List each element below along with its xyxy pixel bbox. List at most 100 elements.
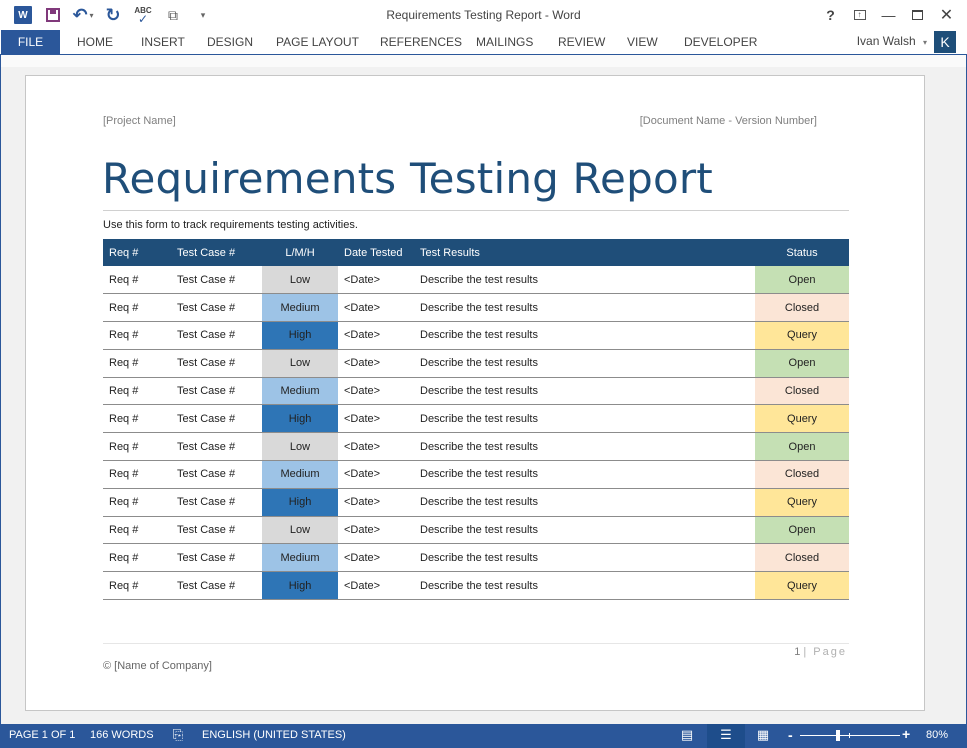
cell-status[interactable]: Open: [755, 349, 849, 378]
cell-test-results[interactable]: Describe the test results: [414, 516, 755, 545]
cell-status[interactable]: Query: [755, 571, 849, 601]
cell-level[interactable]: Low: [262, 266, 338, 295]
tab-design[interactable]: DESIGN: [207, 30, 253, 54]
cell-req[interactable]: Req #: [103, 349, 171, 378]
ribbon-display-options-icon[interactable]: ↑: [845, 4, 874, 26]
cell-test-case[interactable]: Test Case #: [171, 266, 262, 295]
cell-date-tested[interactable]: <Date>: [338, 293, 414, 323]
cell-req[interactable]: Req #: [103, 543, 171, 573]
cell-date-tested[interactable]: <Date>: [338, 404, 414, 434]
footer-company[interactable]: © [Name of Company]: [103, 660, 212, 672]
cell-date-tested[interactable]: <Date>: [338, 349, 414, 378]
cell-test-results[interactable]: Describe the test results: [414, 321, 755, 350]
proofing-icon[interactable]: ⎘: [170, 727, 186, 743]
cell-req[interactable]: Req #: [103, 432, 171, 462]
cell-test-case[interactable]: Test Case #: [171, 460, 262, 489]
cell-test-case[interactable]: Test Case #: [171, 321, 262, 350]
cell-date-tested[interactable]: <Date>: [338, 266, 414, 295]
document-page[interactable]: [Project Name] [Document Name - Version …: [25, 75, 925, 711]
cell-test-results[interactable]: Describe the test results: [414, 377, 755, 406]
cell-level[interactable]: Medium: [262, 543, 338, 573]
cell-test-case[interactable]: Test Case #: [171, 404, 262, 434]
spelling-icon[interactable]: ABC ✓: [128, 4, 158, 26]
intro-text[interactable]: Use this form to track requirements test…: [103, 219, 358, 231]
cell-test-results[interactable]: Describe the test results: [414, 543, 755, 573]
cell-status[interactable]: Closed: [755, 543, 849, 573]
tab-developer[interactable]: DEVELOPER: [684, 30, 757, 54]
cell-level[interactable]: High: [262, 404, 338, 434]
maximize-icon[interactable]: [903, 4, 932, 26]
cell-req[interactable]: Req #: [103, 460, 171, 489]
cell-req[interactable]: Req #: [103, 404, 171, 434]
cell-level[interactable]: Low: [262, 516, 338, 545]
cell-date-tested[interactable]: <Date>: [338, 488, 414, 517]
cell-req[interactable]: Req #: [103, 488, 171, 517]
cell-status[interactable]: Closed: [755, 293, 849, 323]
cell-test-case[interactable]: Test Case #: [171, 571, 262, 601]
page-count[interactable]: PAGE 1 OF 1: [9, 729, 75, 741]
cell-test-case[interactable]: Test Case #: [171, 377, 262, 406]
user-account[interactable]: Ivan Walsh ▾: [857, 34, 927, 48]
cell-date-tested[interactable]: <Date>: [338, 321, 414, 350]
cell-status[interactable]: Query: [755, 404, 849, 434]
cell-test-results[interactable]: Describe the test results: [414, 432, 755, 462]
cell-status[interactable]: Open: [755, 266, 849, 295]
close-icon[interactable]: ✕: [932, 4, 961, 26]
zoom-in-button[interactable]: +: [902, 726, 910, 742]
cell-test-case[interactable]: Test Case #: [171, 488, 262, 517]
cell-level[interactable]: High: [262, 321, 338, 350]
cell-level[interactable]: Medium: [262, 293, 338, 323]
avatar[interactable]: K: [934, 31, 956, 53]
cell-test-results[interactable]: Describe the test results: [414, 266, 755, 295]
word-logo-icon[interactable]: W: [8, 4, 38, 26]
cell-status[interactable]: Open: [755, 516, 849, 545]
zoom-level[interactable]: 80%: [926, 729, 948, 741]
cell-req[interactable]: Req #: [103, 293, 171, 323]
web-layout-icon[interactable]: ▦: [755, 727, 771, 743]
cell-test-results[interactable]: Describe the test results: [414, 349, 755, 378]
undo-icon[interactable]: ↶ ▾: [68, 4, 98, 26]
cell-req[interactable]: Req #: [103, 516, 171, 545]
tab-review[interactable]: REVIEW: [558, 30, 605, 54]
tab-mailings[interactable]: MAILINGS: [476, 30, 533, 54]
zoom-out-button[interactable]: -: [788, 727, 793, 743]
cell-req[interactable]: Req #: [103, 377, 171, 406]
zoom-slider-track[interactable]: [800, 735, 900, 736]
cell-req[interactable]: Req #: [103, 266, 171, 295]
cell-level[interactable]: High: [262, 571, 338, 601]
header-document-name[interactable]: [Document Name - Version Number]: [640, 115, 817, 127]
zoom-slider-thumb[interactable]: [836, 730, 840, 741]
tab-file[interactable]: FILE: [1, 30, 60, 54]
tab-view[interactable]: VIEW: [627, 30, 658, 54]
cell-test-results[interactable]: Describe the test results: [414, 571, 755, 601]
cell-date-tested[interactable]: <Date>: [338, 571, 414, 601]
cell-date-tested[interactable]: <Date>: [338, 516, 414, 545]
new-comment-icon[interactable]: ⧉: [158, 4, 188, 26]
customize-qat-icon[interactable]: ▾: [188, 4, 218, 26]
cell-level[interactable]: High: [262, 488, 338, 517]
cell-test-case[interactable]: Test Case #: [171, 516, 262, 545]
redo-icon[interactable]: ↻: [98, 4, 128, 26]
read-mode-icon[interactable]: ▤: [679, 727, 695, 743]
word-count[interactable]: 166 WORDS: [90, 729, 154, 741]
cell-test-case[interactable]: Test Case #: [171, 293, 262, 323]
cell-date-tested[interactable]: <Date>: [338, 543, 414, 573]
header-project-name[interactable]: [Project Name]: [103, 115, 176, 127]
cell-test-results[interactable]: Describe the test results: [414, 404, 755, 434]
document-title[interactable]: Requirements Testing Report: [102, 154, 713, 203]
cell-req[interactable]: Req #: [103, 571, 171, 601]
cell-level[interactable]: Low: [262, 432, 338, 462]
cell-level[interactable]: Medium: [262, 460, 338, 489]
cell-status[interactable]: Query: [755, 488, 849, 517]
save-icon[interactable]: [38, 4, 68, 26]
cell-status[interactable]: Closed: [755, 377, 849, 406]
cell-test-results[interactable]: Describe the test results: [414, 488, 755, 517]
cell-test-results[interactable]: Describe the test results: [414, 293, 755, 323]
tab-insert[interactable]: INSERT: [141, 30, 185, 54]
cell-status[interactable]: Open: [755, 432, 849, 462]
cell-level[interactable]: Medium: [262, 377, 338, 406]
cell-status[interactable]: Closed: [755, 460, 849, 489]
cell-level[interactable]: Low: [262, 349, 338, 378]
cell-date-tested[interactable]: <Date>: [338, 377, 414, 406]
tab-home[interactable]: HOME: [77, 30, 113, 54]
